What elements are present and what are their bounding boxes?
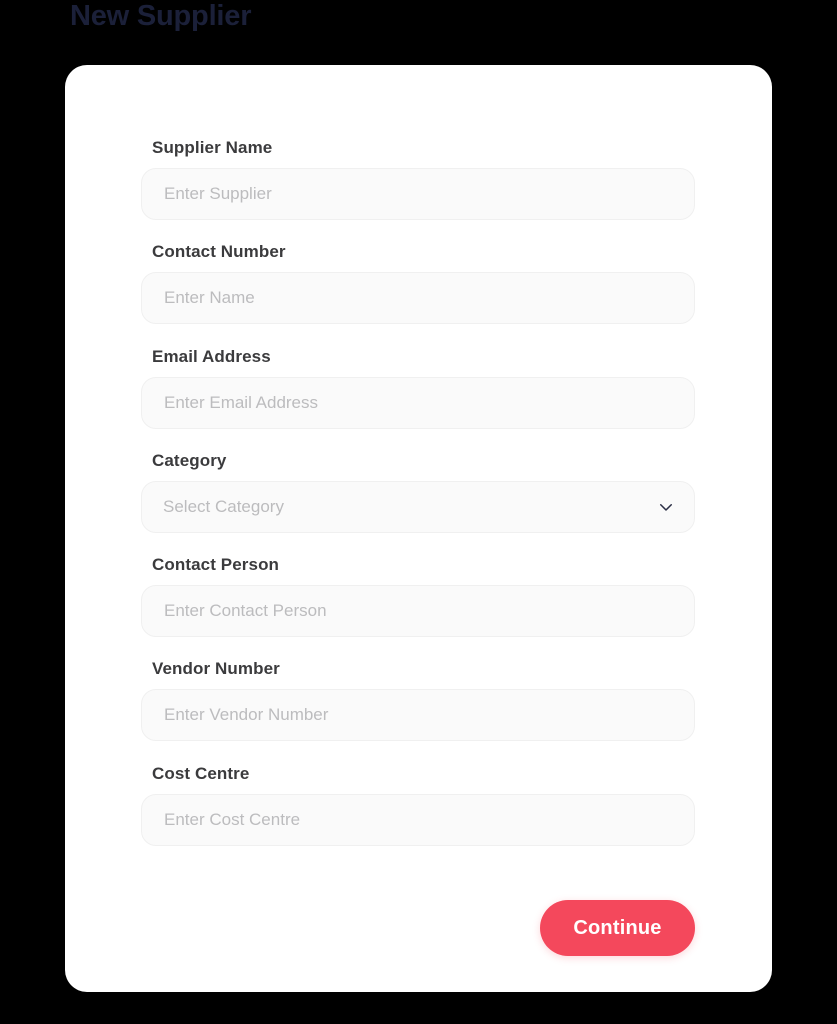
field-label-contact-person: Contact Person — [152, 555, 280, 574]
continue-button[interactable]: Continue — [540, 900, 695, 956]
category-select[interactable]: Select Category — [141, 481, 695, 533]
input-wrap-cost-centre — [141, 794, 695, 846]
input-wrap-contact-number — [141, 272, 695, 324]
page-title: New Supplier — [70, 0, 252, 32]
field-label-contact-number: Contact Number — [152, 242, 286, 261]
new-supplier-card: Supplier Name Contact Number Email Addre… — [65, 65, 772, 992]
input-wrap-supplier-name — [141, 168, 695, 220]
field-supplier-name: Supplier Name — [141, 137, 695, 220]
field-cost-centre: Cost Centre — [141, 763, 695, 846]
email-address-input[interactable] — [141, 377, 695, 429]
field-contact-person: Contact Person — [141, 554, 695, 637]
field-label-supplier-name: Supplier Name — [152, 138, 273, 157]
cost-centre-input[interactable] — [141, 794, 695, 846]
field-label-cost-centre: Cost Centre — [152, 764, 250, 783]
contact-number-input[interactable] — [141, 272, 695, 324]
field-label-email-address: Email Address — [152, 347, 271, 366]
field-category: Category Select Category — [141, 450, 695, 533]
field-contact-number: Contact Number — [141, 241, 695, 324]
field-label-vendor-number: Vendor Number — [152, 659, 280, 678]
field-label-category: Category — [152, 451, 227, 470]
supplier-name-input[interactable] — [141, 168, 695, 220]
input-wrap-email-address — [141, 377, 695, 429]
input-wrap-vendor-number — [141, 689, 695, 741]
field-email-address: Email Address — [141, 346, 695, 429]
contact-person-input[interactable] — [141, 585, 695, 637]
input-wrap-contact-person — [141, 585, 695, 637]
vendor-number-input[interactable] — [141, 689, 695, 741]
field-vendor-number: Vendor Number — [141, 658, 695, 741]
category-select-box[interactable] — [141, 481, 695, 533]
